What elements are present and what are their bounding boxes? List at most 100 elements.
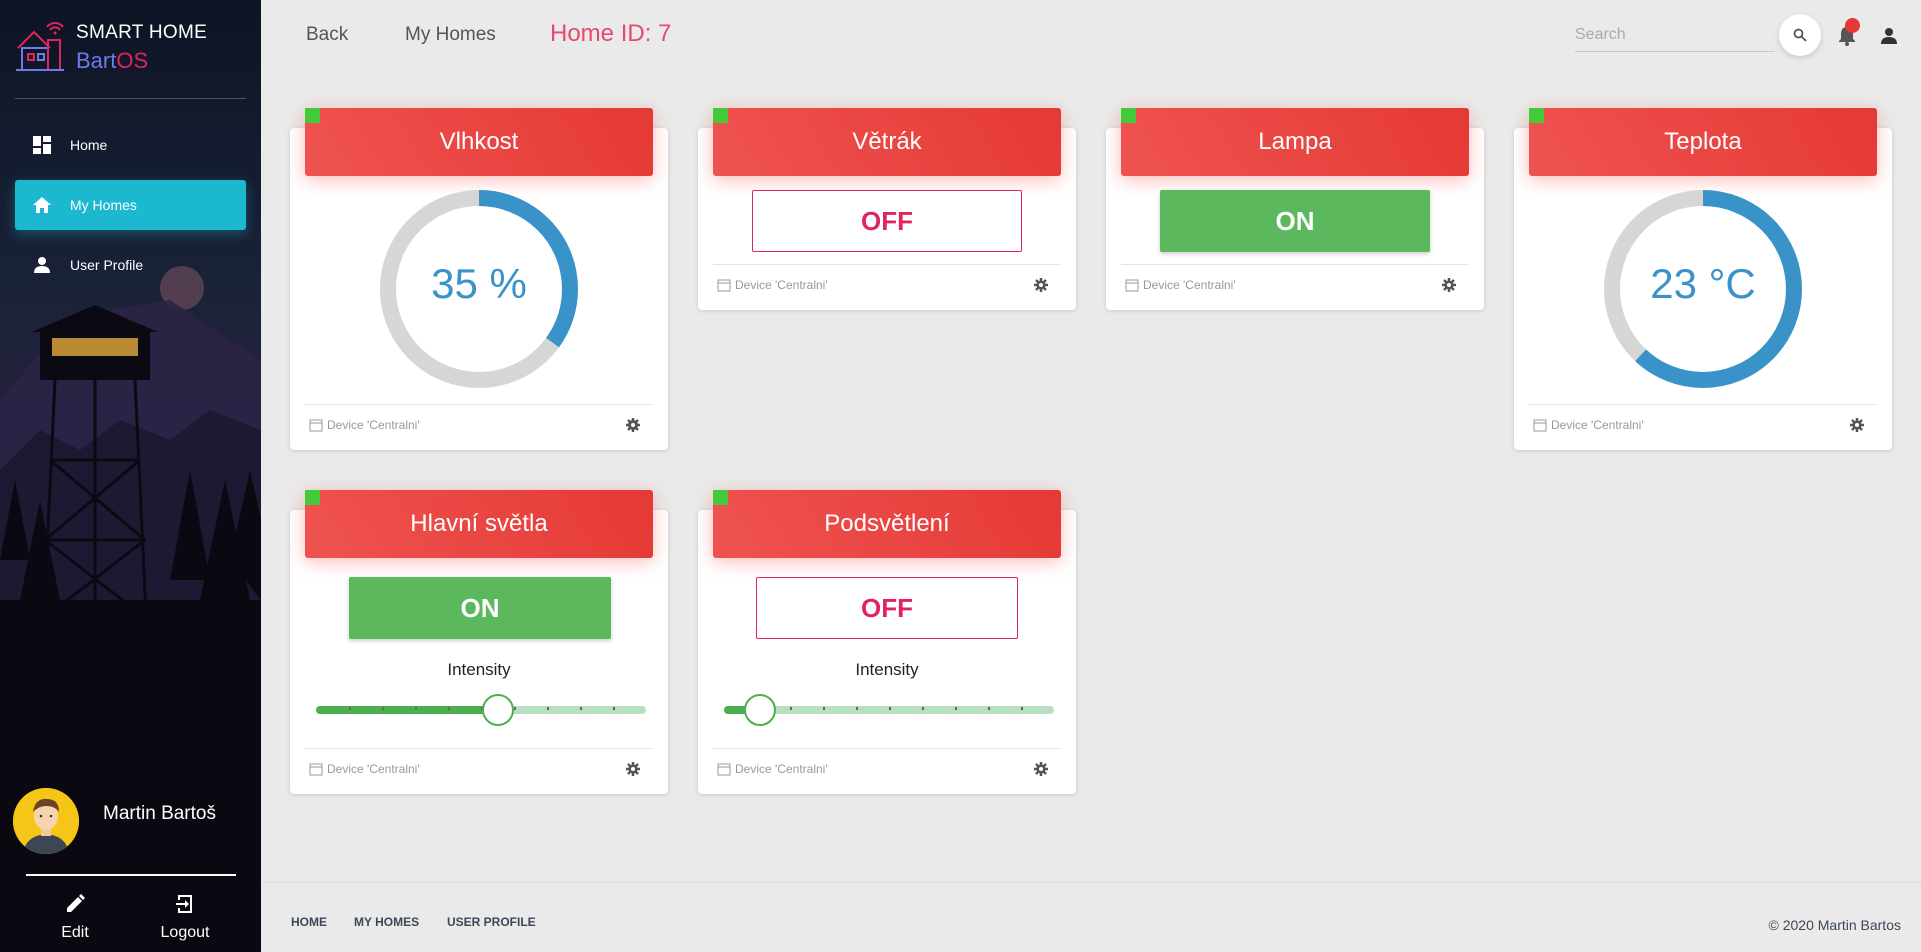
brand: SMART HOME BartOS bbox=[14, 18, 254, 78]
top-navbar: Back My Homes Home ID: 7 bbox=[261, 0, 1921, 70]
copyright: © 2020 Martin Bartos bbox=[1768, 917, 1902, 933]
lamp-toggle-button[interactable]: ON bbox=[1160, 190, 1430, 252]
card-title: Lampa bbox=[1258, 128, 1332, 155]
intensity-slider[interactable] bbox=[724, 694, 1054, 726]
sidebar-item-my-homes[interactable]: My Homes bbox=[15, 180, 246, 230]
pencil-icon bbox=[67, 894, 85, 912]
search-button[interactable] bbox=[1779, 14, 1821, 56]
user-name: Martin Bartoš bbox=[103, 803, 216, 824]
intensity-label: Intensity bbox=[855, 660, 919, 679]
device-card-vetrak: Větrák OFF Device 'Centralni' bbox=[698, 108, 1076, 310]
calendar-icon bbox=[309, 419, 323, 431]
account-icon[interactable] bbox=[1877, 24, 1901, 48]
footer-link-home[interactable]: HOME bbox=[291, 915, 327, 929]
gear-icon[interactable] bbox=[1033, 761, 1049, 777]
brand-subtitle: BartOS bbox=[76, 48, 149, 73]
back-link[interactable]: Back bbox=[306, 24, 348, 46]
card-footer: Device 'Centralni' bbox=[305, 748, 653, 788]
card-footer: Device 'Centralni' bbox=[713, 264, 1061, 304]
device-label: Device 'Centralni' bbox=[735, 761, 828, 776]
card-header: Lampa bbox=[1121, 108, 1469, 176]
sidebar: SMART HOME BartOS Home My Homes User Pro… bbox=[0, 0, 261, 952]
card-header: Větrák bbox=[713, 108, 1061, 176]
device-card-vlhkost: Vlhkost 35 % Device 'Centralni' bbox=[290, 108, 668, 450]
card-footer: Device 'Centralni' bbox=[1529, 404, 1877, 444]
search-icon bbox=[1793, 28, 1807, 42]
device-label: Device 'Centralni' bbox=[327, 761, 420, 776]
status-indicator bbox=[305, 490, 320, 505]
device-card-teplota: Teplota 23 °C Device 'Centralni' bbox=[1514, 108, 1892, 450]
card-title: Podsvětlení bbox=[824, 510, 950, 537]
gear-icon[interactable] bbox=[1441, 277, 1457, 293]
card-footer: Device 'Centralni' bbox=[305, 404, 653, 444]
humidity-value: 35 % bbox=[431, 260, 527, 307]
gear-icon[interactable] bbox=[625, 417, 641, 433]
calendar-icon bbox=[1125, 279, 1139, 291]
avatar[interactable] bbox=[13, 788, 79, 854]
main-lights-toggle-button[interactable]: ON bbox=[349, 577, 611, 639]
my-homes-link[interactable]: My Homes bbox=[405, 24, 496, 46]
slider-thumb[interactable] bbox=[481, 694, 514, 726]
page-footer: HOME MY HOMES USER PROFILE © 2020 Martin… bbox=[261, 882, 1921, 952]
footer-link-my-homes[interactable]: MY HOMES bbox=[354, 915, 419, 929]
device-label: Device 'Centralni' bbox=[735, 277, 828, 292]
calendar-icon bbox=[717, 279, 731, 291]
status-indicator bbox=[1121, 108, 1136, 123]
calendar-icon bbox=[1533, 419, 1547, 431]
temperature-value: 23 °C bbox=[1650, 260, 1756, 307]
status-indicator bbox=[1529, 108, 1544, 123]
card-title: Vlhkost bbox=[439, 128, 519, 155]
sidebar-item-user-profile[interactable]: User Profile bbox=[15, 240, 246, 290]
gear-icon[interactable] bbox=[1033, 277, 1049, 293]
search-input[interactable] bbox=[1575, 20, 1775, 50]
edit-button[interactable]: Edit bbox=[30, 892, 120, 942]
page-title: Home ID: 7 bbox=[550, 20, 672, 47]
sidebar-divider bbox=[15, 98, 246, 99]
gear-icon[interactable] bbox=[1849, 417, 1865, 433]
sidebar-item-label: Home bbox=[70, 137, 108, 153]
card-header: Hlavní světla bbox=[305, 490, 653, 558]
calendar-icon bbox=[309, 763, 323, 775]
dashboard-icon bbox=[32, 135, 52, 155]
notification-badge bbox=[1845, 18, 1860, 33]
smart-home-logo-icon bbox=[16, 22, 64, 71]
calendar-icon bbox=[717, 763, 731, 775]
status-indicator bbox=[305, 108, 320, 123]
card-header: Podsvětlení bbox=[713, 490, 1061, 558]
intensity-slider[interactable] bbox=[316, 694, 646, 726]
logout-label: Logout bbox=[160, 924, 210, 941]
slider-thumb[interactable] bbox=[744, 694, 777, 726]
card-header: Teplota bbox=[1529, 108, 1877, 176]
card-footer: Device 'Centralni' bbox=[1121, 264, 1469, 304]
logout-button[interactable]: Logout bbox=[140, 892, 230, 942]
device-label: Device 'Centralni' bbox=[1143, 277, 1236, 292]
device-label: Device 'Centralni' bbox=[1551, 417, 1644, 432]
brand-title: SMART HOME bbox=[76, 22, 208, 43]
device-label: Device 'Centralni' bbox=[327, 417, 420, 432]
device-card-lampa: Lampa ON Device 'Centralni' bbox=[1106, 108, 1484, 310]
person-icon bbox=[32, 255, 52, 275]
sidebar-item-label: User Profile bbox=[70, 257, 144, 273]
home-icon bbox=[32, 195, 52, 215]
sidebar-item-home[interactable]: Home bbox=[15, 120, 246, 170]
device-card-podsvetleni: Podsvětlení OFF Intensity Device 'Centra… bbox=[698, 490, 1076, 794]
sidebar-divider bbox=[26, 874, 236, 876]
device-card-hlavni-svetla: Hlavní světla ON Intensity Device 'Centr… bbox=[290, 490, 668, 794]
card-header: Vlhkost bbox=[305, 108, 653, 176]
status-indicator bbox=[713, 108, 728, 123]
card-title: Hlavní světla bbox=[410, 510, 548, 537]
intensity-label: Intensity bbox=[447, 660, 511, 679]
user-block: Martin Bartoš bbox=[13, 788, 243, 856]
logout-icon bbox=[176, 895, 192, 913]
status-indicator bbox=[713, 490, 728, 505]
edit-label: Edit bbox=[61, 924, 89, 941]
card-title: Větrák bbox=[852, 128, 922, 155]
backlight-toggle-button[interactable]: OFF bbox=[756, 577, 1018, 639]
card-footer: Device 'Centralni' bbox=[713, 748, 1061, 788]
gear-icon[interactable] bbox=[625, 761, 641, 777]
card-title: Teplota bbox=[1664, 128, 1742, 155]
fan-toggle-button[interactable]: OFF bbox=[752, 190, 1022, 252]
sidebar-item-label: My Homes bbox=[70, 197, 137, 213]
footer-link-user-profile[interactable]: USER PROFILE bbox=[447, 915, 536, 929]
search-field bbox=[1575, 20, 1775, 52]
